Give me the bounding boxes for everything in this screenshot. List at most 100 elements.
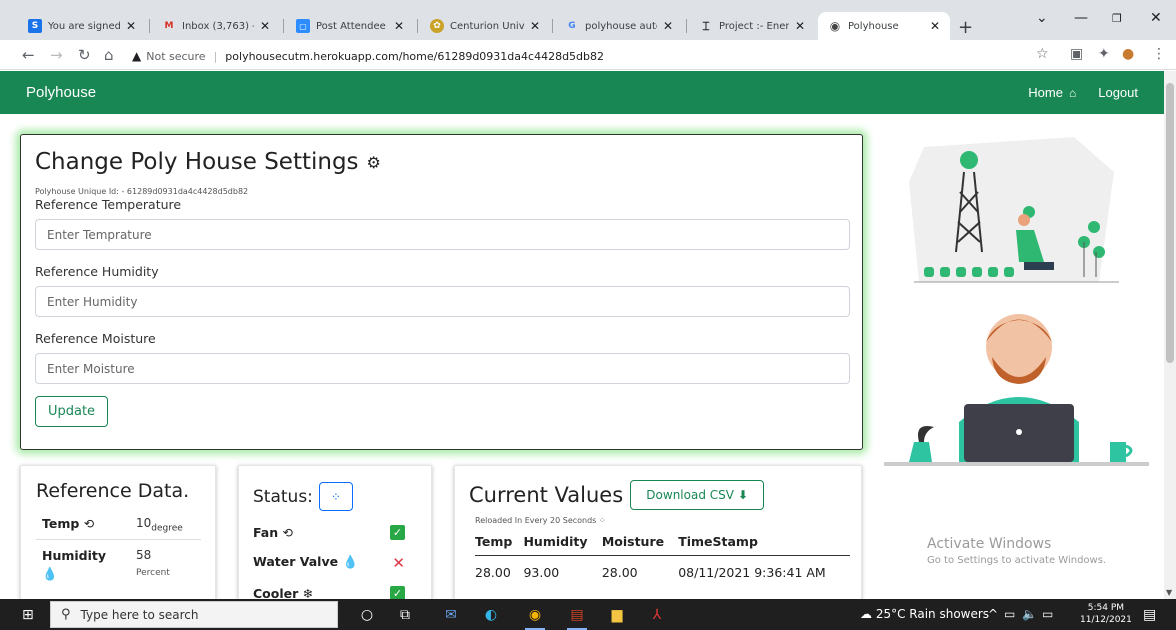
- tab-title: Project :- Energy: [719, 20, 789, 32]
- status-row-fan: Fan ⟲ ✓: [253, 525, 405, 540]
- url-bar[interactable]: ▲ Not secure | polyhousecutm.herokuapp.c…: [132, 45, 1022, 67]
- tab-search-icon[interactable]: ⌄: [1036, 10, 1048, 26]
- tab-favicon-icon: S: [28, 19, 42, 33]
- tab-title: Centurion Univer: [450, 20, 524, 32]
- home-icon[interactable]: ⌂: [104, 46, 114, 64]
- update-button[interactable]: Update: [35, 396, 108, 427]
- reference-temp-unit: degree: [151, 523, 183, 534]
- temperature-input[interactable]: Enter Temprature: [35, 219, 850, 250]
- chrome-icon[interactable]: ◉: [524, 604, 546, 630]
- close-icon[interactable]: ✕: [260, 19, 270, 33]
- scroll-down-arrow-icon[interactable]: ▼: [1166, 588, 1172, 597]
- settings-title-text: Change Poly House Settings: [35, 149, 359, 175]
- current-values-table: Temp Humidity Moisture TimeStamp 28.00 9…: [475, 529, 850, 580]
- browser-tab[interactable]: G polyhouse autom ✕: [555, 12, 683, 40]
- gmail-icon: M: [164, 21, 174, 31]
- search-icon: ⚲: [61, 607, 71, 622]
- mail-icon[interactable]: ✉: [440, 604, 462, 626]
- taskbar-search-input[interactable]: ⚲ Type here to search: [50, 601, 338, 628]
- back-arrow-icon[interactable]: ←: [22, 46, 35, 64]
- reload-note: Reloaded In Every 20 Seconds ⁘: [475, 516, 606, 525]
- status-cooler-label: Cooler: [253, 586, 299, 599]
- reference-temp-key: Temp ⟲: [42, 516, 95, 531]
- tab-title: Polyhouse: [848, 20, 899, 32]
- status-water-valve-label: Water Valve: [253, 554, 339, 569]
- volume-icon[interactable]: 🔈: [1022, 607, 1037, 621]
- weather-widget[interactable]: ☁ 25°C Rain showers: [860, 607, 989, 621]
- taskbar-clock[interactable]: 5:54 PM 11/12/2021: [1080, 602, 1132, 626]
- close-icon[interactable]: ✕: [795, 19, 805, 33]
- acrobat-icon[interactable]: ⅄: [646, 604, 668, 626]
- browser-tab[interactable]: S You are signed in ✕: [18, 12, 146, 40]
- download-csv-button[interactable]: Download CSV ⬇: [630, 480, 765, 510]
- close-icon[interactable]: ✕: [530, 19, 540, 33]
- browser-tab[interactable]: ▢ Post Attendee - Z ✕: [286, 12, 414, 40]
- status-row-water-valve: Water Valve 💧 ✕: [253, 554, 405, 572]
- tab-title: You are signed in: [48, 20, 120, 32]
- battery-icon[interactable]: ▭: [1042, 607, 1053, 621]
- scrollbar-thumb[interactable]: [1166, 83, 1174, 363]
- address-toolbar: ← → ↻ ⌂ ▲ Not secure | polyhousecutm.her…: [0, 40, 1176, 70]
- puzzle-icon[interactable]: ✦: [1098, 46, 1110, 62]
- status-card: Status: ⁘ Fan ⟲ ✓ Water Valve 💧 ✕ Cooler…: [238, 465, 432, 599]
- tray-chevron-icon[interactable]: ^: [988, 607, 998, 621]
- home-link[interactable]: Home ⌂: [1028, 85, 1076, 100]
- water-drop-icon: 💧: [42, 566, 58, 582]
- network-icon[interactable]: ▭: [1004, 607, 1015, 621]
- edge-icon[interactable]: ◐: [480, 604, 502, 626]
- fan-icon: ⟲: [83, 516, 95, 531]
- windows-start-icon[interactable]: ⊞: [22, 607, 34, 623]
- close-icon[interactable]: ✕: [126, 19, 136, 33]
- cortana-icon[interactable]: ○: [356, 604, 378, 626]
- browser-tab[interactable]: M Inbox (3,763) - er ✕: [152, 12, 280, 40]
- tab-title: polyhouse autom: [585, 20, 657, 32]
- reference-data-card: Reference Data. Temp ⟲ 10degree Humidity…: [20, 465, 216, 599]
- spinner-icon: ⁘: [598, 516, 606, 525]
- close-icon[interactable]: ✕: [663, 19, 673, 33]
- refresh-status-button[interactable]: ⁘: [318, 482, 353, 511]
- cell-timestamp: 08/11/2021 9:36:41 AM: [678, 565, 826, 580]
- weather-cloud-icon: ☁: [860, 607, 872, 621]
- browser-tab-strip: S You are signed in ✕ M Inbox (3,763) - …: [0, 0, 1176, 40]
- status-title: Status:: [253, 486, 313, 507]
- bookmark-star-icon[interactable]: ☆: [1036, 46, 1049, 62]
- university-icon: ✿: [430, 19, 444, 33]
- restore-icon[interactable]: ❐: [1112, 12, 1122, 25]
- checkmark-icon: ✓: [390, 586, 405, 599]
- status-row-cooler: Cooler ❄ ✓: [253, 586, 405, 599]
- moisture-input[interactable]: Enter Moisture: [35, 353, 850, 384]
- logout-link[interactable]: Logout: [1098, 85, 1138, 100]
- gear-icon: ⚙: [366, 152, 381, 172]
- menu-dots-icon[interactable]: ⋮: [1152, 46, 1166, 62]
- task-view-icon[interactable]: ⧉: [394, 604, 416, 626]
- close-icon[interactable]: ✕: [930, 19, 940, 33]
- google-icon: G: [568, 21, 576, 31]
- browser-tab[interactable]: ✿ Centurion Univer ✕: [420, 12, 550, 40]
- notification-icon[interactable]: ▤: [1143, 607, 1156, 623]
- file-explorer-icon[interactable]: ▆: [606, 604, 628, 626]
- close-icon[interactable]: ✕: [394, 19, 404, 33]
- minimize-icon[interactable]: —: [1074, 10, 1088, 26]
- globe-icon: ◉: [829, 19, 841, 33]
- settings-title: Change Poly House Settings ⚙: [35, 149, 848, 175]
- browser-tab-active[interactable]: ◉ Polyhouse ✕: [818, 12, 950, 40]
- new-tab-icon[interactable]: +: [958, 17, 973, 38]
- extension-icon[interactable]: ▣: [1070, 46, 1083, 62]
- profile-avatar-icon[interactable]: ●: [1122, 46, 1134, 62]
- powerpoint-icon[interactable]: ▤: [566, 604, 588, 630]
- browser-tab[interactable]: ⌶ Project :- Energy ✕: [689, 12, 815, 40]
- window-close-icon[interactable]: ✕: [1150, 10, 1162, 26]
- column-header-timestamp: TimeStamp: [678, 529, 850, 556]
- forward-arrow-icon[interactable]: →: [50, 46, 63, 64]
- moisture-label: Reference Moisture: [35, 331, 156, 346]
- cell-moisture: 28.00: [601, 565, 638, 580]
- reference-temp-value: 10degree: [136, 516, 183, 534]
- reload-icon[interactable]: ↻: [78, 46, 91, 64]
- page-scrollbar[interactable]: ▼: [1164, 71, 1176, 599]
- humidity-input[interactable]: Enter Humidity: [35, 286, 850, 317]
- brand-logo[interactable]: Polyhouse: [26, 84, 96, 101]
- water-drop-icon: 💧: [342, 554, 359, 569]
- house-icon: ⌂: [1068, 85, 1077, 100]
- checkmark-icon: ✓: [390, 525, 405, 540]
- activate-windows-watermark: Activate Windows Go to Settings to activ…: [927, 536, 1107, 566]
